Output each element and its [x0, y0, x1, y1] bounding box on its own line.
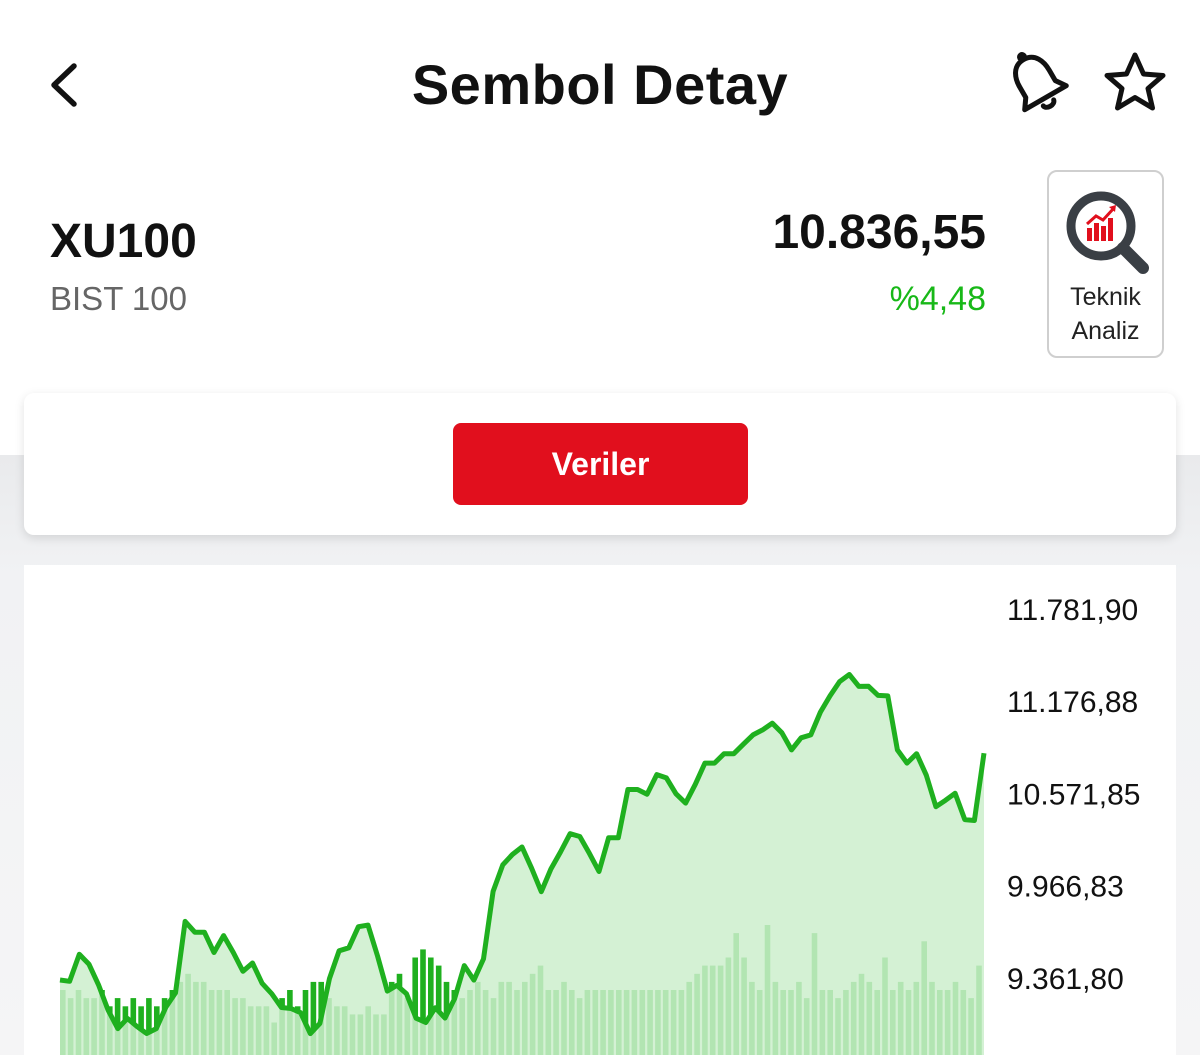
chart-svg: 11.781,90 11.176,88 10.571,85 9.966,83 9.361…: [59, 594, 1140, 1055]
y-tick-label: 9.361,80: [1007, 963, 1124, 996]
y-tick-label: 10.571,85: [1007, 779, 1140, 812]
y-tick-label: 11.176,88: [1007, 686, 1138, 719]
price-chart[interactable]: 11.781,90 11.176,88 10.571,85 9.966,83 9.361…: [24, 565, 1176, 1055]
data-button[interactable]: Veriler: [453, 423, 748, 505]
technical-analysis-label: Teknik Analiz: [1070, 283, 1141, 345]
y-tick-label: 9.966,83: [1007, 871, 1124, 904]
symbol-code: XU100: [50, 215, 197, 268]
star-icon: [1104, 52, 1166, 111]
last-price: 10.836,55: [772, 206, 986, 259]
bell-icon: [1013, 52, 1069, 113]
chart-magnifier-icon: [1066, 191, 1149, 274]
symbol-name: BIST 100: [50, 280, 187, 317]
price-area: [60, 674, 984, 1055]
favorite-button[interactable]: [1100, 50, 1170, 116]
y-axis: 11.781,90 11.176,88 10.571,85 9.966,83 9.361…: [1007, 594, 1140, 996]
change-percent: %4,48: [889, 280, 986, 318]
header: Sembol Detay: [0, 0, 1200, 170]
alarm-button[interactable]: [1002, 46, 1072, 120]
technical-analysis-button[interactable]: Teknik Analiz: [1047, 170, 1164, 358]
data-card: Veriler: [24, 393, 1176, 535]
y-tick-label: 11.781,90: [1007, 594, 1138, 627]
